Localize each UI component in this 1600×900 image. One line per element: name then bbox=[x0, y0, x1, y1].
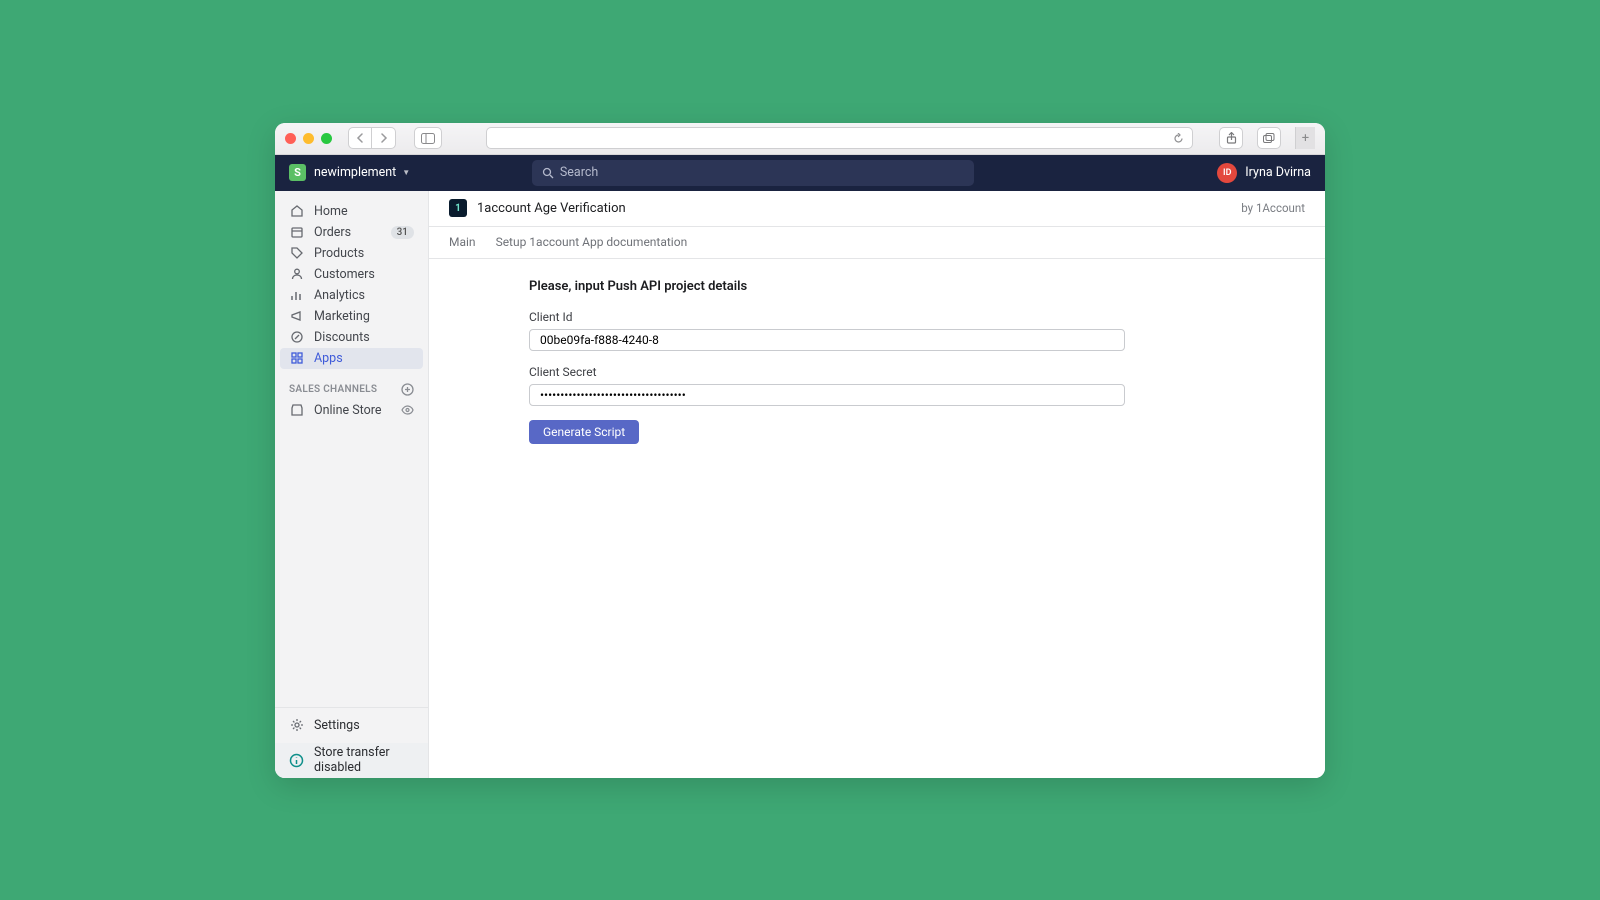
search-icon bbox=[542, 167, 554, 179]
store-icon bbox=[289, 403, 304, 418]
search-placeholder: Search bbox=[560, 165, 598, 180]
url-bar[interactable] bbox=[486, 127, 1193, 149]
gear-icon bbox=[289, 718, 304, 733]
store-selector[interactable]: newimplement ▼ bbox=[314, 165, 410, 180]
view-store-icon[interactable] bbox=[401, 405, 414, 415]
sidebar-item-label: Discounts bbox=[314, 330, 370, 345]
main-content: 1 1account Age Verification by 1Account … bbox=[428, 191, 1325, 778]
forward-button[interactable] bbox=[372, 127, 396, 149]
app-byline: by 1Account bbox=[1241, 201, 1305, 215]
generate-script-button[interactable]: Generate Script bbox=[529, 420, 639, 444]
sidebar-item-online-store[interactable]: Online Store bbox=[275, 400, 428, 421]
user-name: Iryna Dvirna bbox=[1245, 165, 1311, 180]
avatar: ID bbox=[1217, 163, 1237, 183]
tab-setup-docs[interactable]: Setup 1account App documentation bbox=[496, 235, 688, 249]
sidebar-toggle-icon[interactable] bbox=[414, 127, 442, 149]
maximize-icon[interactable] bbox=[321, 133, 332, 144]
orders-badge: 31 bbox=[391, 226, 414, 239]
close-icon[interactable] bbox=[285, 133, 296, 144]
sidebar-item-products[interactable]: Products bbox=[275, 243, 428, 264]
sidebar-footer: Settings Store transfer disabled bbox=[275, 707, 428, 778]
sidebar-item-label: Products bbox=[314, 246, 364, 261]
sidebar-item-label: Apps bbox=[314, 351, 343, 366]
sidebar: Home Orders 31 Products Customers Analyt… bbox=[275, 191, 428, 778]
sidebar-item-apps[interactable]: Apps bbox=[280, 348, 423, 369]
client-secret-input[interactable] bbox=[540, 388, 1114, 402]
app-body: Home Orders 31 Products Customers Analyt… bbox=[275, 191, 1325, 778]
client-secret-field[interactable] bbox=[529, 384, 1125, 406]
client-id-field[interactable] bbox=[529, 329, 1125, 351]
add-channel-button[interactable] bbox=[401, 383, 414, 396]
sidebar-item-label: Orders bbox=[314, 225, 351, 240]
shopify-logo-icon: S bbox=[289, 164, 306, 181]
sidebar-item-home[interactable]: Home bbox=[275, 201, 428, 222]
search-input[interactable]: Search bbox=[532, 160, 974, 186]
minimize-icon[interactable] bbox=[303, 133, 314, 144]
client-secret-label: Client Secret bbox=[529, 365, 1325, 379]
browser-window: + S newimplement ▼ Search ID Iryna Dvirn… bbox=[275, 123, 1325, 778]
apps-icon bbox=[289, 351, 304, 366]
sidebar-item-label: Online Store bbox=[314, 403, 381, 418]
sidebar-item-analytics[interactable]: Analytics bbox=[275, 285, 428, 306]
chart-icon bbox=[289, 288, 304, 303]
orders-icon bbox=[289, 225, 304, 240]
store-transfer-notice[interactable]: Store transfer disabled bbox=[275, 743, 428, 778]
form-heading: Please, input Push API project details bbox=[529, 279, 1325, 294]
reload-icon[interactable] bbox=[1173, 133, 1184, 144]
person-icon bbox=[289, 267, 304, 282]
sidebar-item-customers[interactable]: Customers bbox=[275, 264, 428, 285]
back-button[interactable] bbox=[348, 127, 372, 149]
user-menu[interactable]: ID Iryna Dvirna bbox=[1217, 163, 1311, 183]
chevron-down-icon: ▼ bbox=[402, 168, 410, 177]
app-header: 1 1account Age Verification by 1Account bbox=[429, 191, 1325, 227]
client-id-label: Client Id bbox=[529, 310, 1325, 324]
store-name: newimplement bbox=[314, 165, 396, 180]
shopify-topbar: S newimplement ▼ Search ID Iryna Dvirna bbox=[275, 155, 1325, 191]
sidebar-item-orders[interactable]: Orders 31 bbox=[275, 222, 428, 243]
channels-header: SALES CHANNELS bbox=[275, 369, 428, 400]
client-id-input[interactable] bbox=[540, 333, 1114, 347]
tag-icon bbox=[289, 246, 304, 261]
sidebar-item-label: Customers bbox=[314, 267, 375, 282]
sidebar-item-label: Analytics bbox=[314, 288, 365, 303]
discount-icon bbox=[289, 330, 304, 345]
info-icon bbox=[289, 753, 304, 768]
sidebar-item-marketing[interactable]: Marketing bbox=[275, 306, 428, 327]
tab-main[interactable]: Main bbox=[449, 235, 476, 249]
tabs-icon[interactable] bbox=[1257, 127, 1281, 149]
transfer-label: Store transfer disabled bbox=[314, 745, 414, 775]
megaphone-icon bbox=[289, 309, 304, 324]
mac-titlebar: + bbox=[275, 123, 1325, 155]
sidebar-item-label: Marketing bbox=[314, 309, 370, 324]
form-container: Please, input Push API project details C… bbox=[429, 259, 1325, 444]
traffic-lights bbox=[285, 133, 332, 144]
new-tab-button[interactable]: + bbox=[1295, 127, 1315, 149]
home-icon bbox=[289, 204, 304, 219]
settings-label: Settings bbox=[314, 718, 360, 733]
sidebar-item-label: Home bbox=[314, 204, 348, 219]
tab-bar: Main Setup 1account App documentation bbox=[429, 227, 1325, 259]
share-icon[interactable] bbox=[1219, 127, 1243, 149]
sidebar-item-discounts[interactable]: Discounts bbox=[275, 327, 428, 348]
app-logo-icon: 1 bbox=[449, 199, 467, 217]
nav-buttons bbox=[348, 127, 396, 149]
sidebar-item-settings[interactable]: Settings bbox=[275, 708, 428, 743]
app-title: 1account Age Verification bbox=[477, 201, 626, 216]
